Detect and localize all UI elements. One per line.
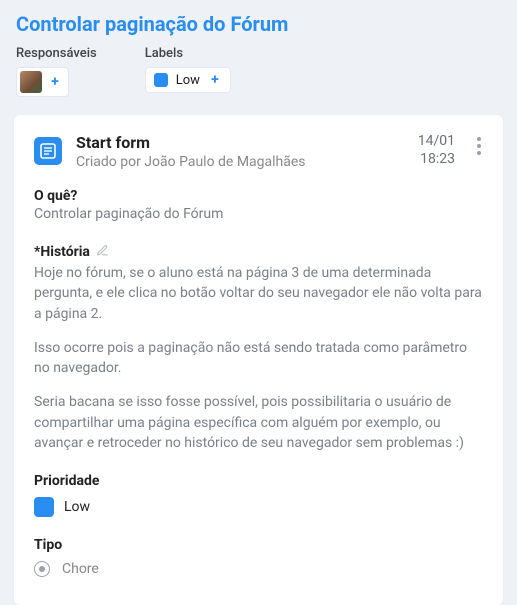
add-assignee-icon[interactable]: + — [48, 74, 62, 90]
historia-body: Hoje no fórum, se o aluno está na página… — [34, 263, 483, 453]
more-menu-button[interactable] — [475, 133, 483, 159]
prioridade-block: Prioridade Low — [34, 473, 483, 517]
responsaveis-label: Responsáveis — [16, 46, 97, 61]
card: Start form Criado por João Paulo de Maga… — [14, 115, 503, 605]
labels-column: Labels Low + — [145, 46, 231, 97]
historia-block: *História Hoje no fórum, se o aluno está… — [34, 242, 483, 453]
edit-icon[interactable] — [96, 242, 109, 261]
tipo-label: Tipo — [34, 537, 483, 553]
tipo-block: Tipo Chore — [34, 537, 483, 577]
form-icon — [34, 137, 62, 165]
card-date: 14/01 — [418, 133, 455, 151]
label-chip-low[interactable]: Low + — [145, 67, 231, 93]
historia-p3: Seria bacana se isso fosse possível, poi… — [34, 392, 483, 453]
assignee-chip[interactable]: + — [16, 67, 69, 97]
header: Controlar paginação do Fórum Responsávei… — [0, 0, 517, 107]
avatar — [20, 71, 42, 93]
card-datetime: 14/01 18:23 — [418, 133, 455, 168]
radio-icon — [34, 561, 50, 577]
responsaveis-column: Responsáveis + — [16, 46, 97, 97]
label-color-swatch — [154, 73, 168, 87]
card-subtitle: Criado por João Paulo de Magalhães — [76, 154, 404, 170]
oque-block: O quê? Controlar paginação do Fórum — [34, 188, 483, 222]
priority-color-swatch — [34, 497, 54, 517]
priority-value: Low — [64, 499, 90, 515]
historia-label: *História — [34, 244, 90, 260]
tipo-option-chore[interactable]: Chore — [34, 561, 483, 577]
historia-p2: Isso ocorre pois a paginação não está se… — [34, 338, 483, 379]
labels-label: Labels — [145, 46, 231, 61]
add-label-icon[interactable]: + — [208, 72, 222, 88]
oque-label: O quê? — [34, 188, 483, 204]
oque-value: Controlar paginação do Fórum — [34, 206, 483, 222]
prioridade-label: Prioridade — [34, 473, 483, 489]
card-header: Start form Criado por João Paulo de Maga… — [34, 133, 483, 170]
label-chip-text: Low — [176, 73, 200, 88]
card-time: 18:23 — [418, 151, 455, 169]
tipo-value: Chore — [62, 561, 99, 577]
card-title: Start form — [76, 133, 404, 152]
historia-p1: Hoje no fórum, se o aluno está na página… — [34, 263, 483, 324]
meta-row: Responsáveis + Labels Low + — [16, 46, 501, 97]
page-title: Controlar paginação do Fórum — [16, 12, 501, 36]
